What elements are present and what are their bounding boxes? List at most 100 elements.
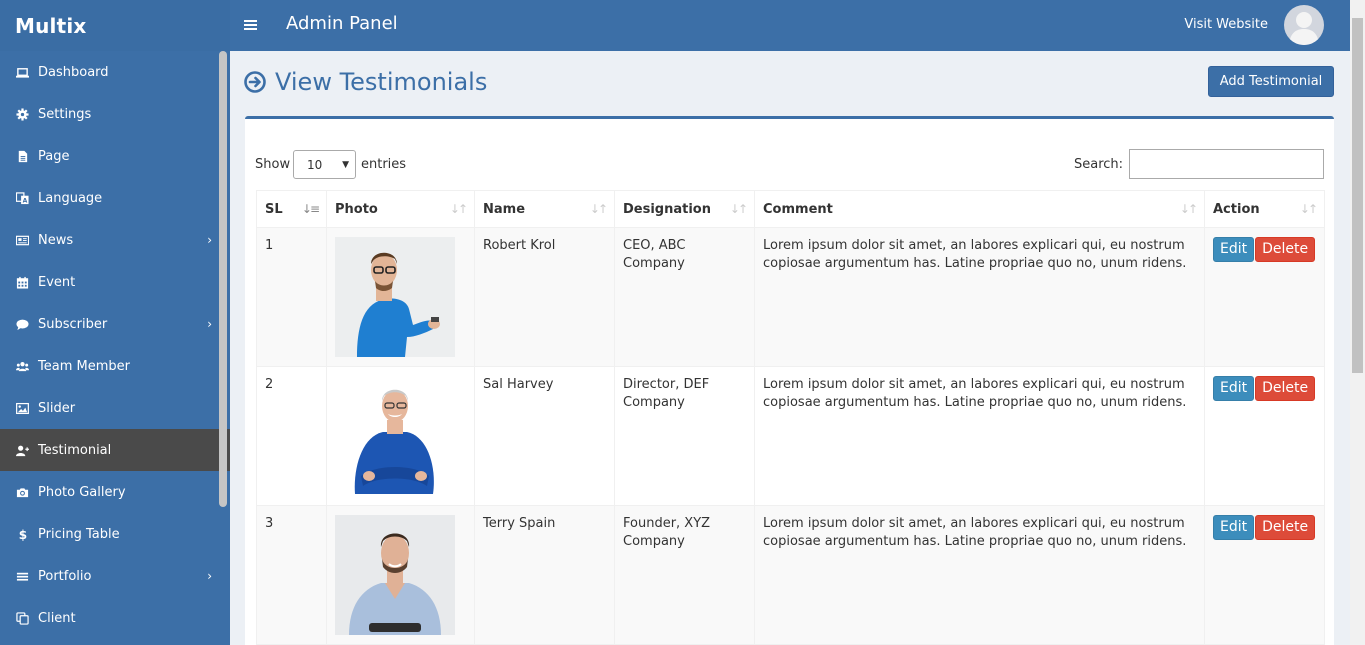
calendar-icon bbox=[15, 275, 29, 289]
testimonial-box: Show 10 ▼ entries Search: SL ↓≡ Photo ↓↑ N… bbox=[245, 116, 1334, 645]
column-header-photo[interactable]: Photo ↓↑ bbox=[326, 190, 475, 228]
table-row: 1 Robert Krol CEO, ABC Company Lorem ips… bbox=[256, 227, 1325, 367]
page-scrollbar-thumb[interactable] bbox=[1352, 18, 1363, 373]
sidebar-scrollbar[interactable] bbox=[219, 51, 227, 507]
cell-comment: Lorem ipsum dolor sit amet, an labores e… bbox=[754, 505, 1205, 645]
cell-photo bbox=[326, 366, 475, 506]
cell-sl: 3 bbox=[256, 505, 327, 645]
sidebar-item-language[interactable]: A Language bbox=[0, 177, 230, 219]
column-header-action[interactable]: Action ↓↑ bbox=[1204, 190, 1325, 228]
testimonial-photo bbox=[335, 237, 455, 357]
sidebar-item-dashboard[interactable]: Dashboard bbox=[0, 51, 230, 93]
panel-title: Admin Panel bbox=[286, 13, 398, 34]
testimonial-photo bbox=[335, 515, 455, 635]
brand-logo[interactable]: Multix bbox=[0, 0, 230, 51]
caret-down-icon: ▼ bbox=[342, 160, 349, 170]
sidebar-item-label: Event bbox=[38, 274, 76, 290]
newspaper-icon bbox=[15, 233, 29, 247]
edit-button[interactable]: Edit bbox=[1213, 237, 1255, 262]
delete-button[interactable]: Delete bbox=[1255, 515, 1316, 540]
comment-icon bbox=[15, 317, 29, 331]
camera-icon bbox=[15, 485, 29, 499]
users-icon bbox=[15, 359, 29, 373]
sidebar-item-team-member[interactable]: Team Member bbox=[0, 345, 230, 387]
cell-action: Edit Delete bbox=[1204, 227, 1325, 367]
sidebar-item-event[interactable]: Event bbox=[0, 261, 230, 303]
sidebar-item-label: Portfolio bbox=[38, 568, 92, 584]
cell-comment: Lorem ipsum dolor sit amet, an labores e… bbox=[754, 227, 1205, 367]
table-row: 2 Sal Harvey Director, DEF Company Lorem… bbox=[256, 366, 1325, 506]
delete-button[interactable]: Delete bbox=[1255, 237, 1316, 262]
sidebar-item-page[interactable]: Page bbox=[0, 135, 230, 177]
sidebar-item-subscriber[interactable]: Subscriber › bbox=[0, 303, 230, 345]
visit-website-link[interactable]: Visit Website bbox=[1184, 17, 1268, 32]
sidebar-item-client[interactable]: Client bbox=[0, 597, 230, 639]
dollar-icon: $ bbox=[15, 527, 29, 541]
sidebar: Dashboard Settings Page A Language News … bbox=[0, 51, 230, 645]
sidebar-toggle-icon[interactable] bbox=[244, 17, 257, 33]
sort-icon: ↓↑ bbox=[589, 202, 608, 216]
edit-button[interactable]: Edit bbox=[1213, 376, 1255, 401]
user-avatar[interactable] bbox=[1284, 5, 1324, 45]
sidebar-item-label: Page bbox=[38, 148, 70, 164]
entries-select[interactable]: 10 ▼ bbox=[293, 150, 356, 179]
gear-icon bbox=[15, 107, 29, 121]
sidebar-item-label: Slider bbox=[38, 400, 76, 416]
sidebar-item-news[interactable]: News › bbox=[0, 219, 230, 261]
cell-action: Edit Delete bbox=[1204, 505, 1325, 645]
testimonial-table: SL ↓≡ Photo ↓↑ Name ↓↑ Designation ↓↑ Commen… bbox=[256, 190, 1325, 645]
column-header-name[interactable]: Name ↓↑ bbox=[474, 190, 615, 228]
sort-icon: ↓↑ bbox=[1179, 202, 1198, 216]
sidebar-item-label: Subscriber bbox=[38, 316, 108, 332]
cell-photo bbox=[326, 227, 475, 367]
sidebar-item-slider[interactable]: Slider bbox=[0, 387, 230, 429]
copy-icon bbox=[15, 611, 29, 625]
cell-comment: Lorem ipsum dolor sit amet, an labores e… bbox=[754, 366, 1205, 506]
sidebar-item-label: Team Member bbox=[38, 358, 130, 374]
column-header-designation[interactable]: Designation ↓↑ bbox=[614, 190, 755, 228]
user-plus-icon bbox=[15, 443, 29, 457]
arrow-circle-right-icon bbox=[244, 71, 266, 93]
sidebar-item-settings[interactable]: Settings bbox=[0, 93, 230, 135]
cell-name: Terry Spain bbox=[474, 505, 615, 645]
sort-asc-icon: ↓≡ bbox=[301, 202, 320, 216]
sidebar-item-label: Photo Gallery bbox=[38, 484, 126, 500]
delete-button[interactable]: Delete bbox=[1255, 376, 1316, 401]
page-title: View Testimonials bbox=[275, 68, 488, 96]
entries-value: 10 bbox=[307, 157, 323, 172]
cell-sl: 2 bbox=[256, 366, 327, 506]
entries-label: entries bbox=[361, 157, 407, 172]
sidebar-item-photo-gallery[interactable]: Photo Gallery bbox=[0, 471, 230, 513]
sidebar-item-label: Client bbox=[38, 610, 76, 626]
page-heading: View Testimonials bbox=[244, 68, 487, 96]
testimonial-photo bbox=[335, 376, 455, 496]
sidebar-item-pricing-table[interactable]: $ Pricing Table bbox=[0, 513, 230, 555]
svg-text:A: A bbox=[22, 197, 27, 204]
search-label: Search: bbox=[1074, 157, 1124, 172]
bars-icon bbox=[15, 569, 29, 583]
page-scrollbar[interactable] bbox=[1350, 0, 1365, 645]
sidebar-item-label: News bbox=[38, 232, 74, 248]
top-navbar: Multix Admin Panel Visit Website bbox=[0, 0, 1350, 51]
cell-designation: CEO, ABC Company bbox=[614, 227, 755, 367]
search-input[interactable] bbox=[1129, 149, 1324, 179]
edit-button[interactable]: Edit bbox=[1213, 515, 1255, 540]
sidebar-item-label: Pricing Table bbox=[38, 526, 120, 542]
sidebar-item-label: Settings bbox=[38, 106, 92, 122]
sidebar-item-label: Testimonial bbox=[38, 442, 112, 458]
add-testimonial-button[interactable]: Add Testimonial bbox=[1208, 66, 1334, 97]
cell-photo bbox=[326, 505, 475, 645]
sidebar-item-portfolio[interactable]: Portfolio › bbox=[0, 555, 230, 597]
sidebar-item-testimonial[interactable]: Testimonial bbox=[0, 429, 230, 471]
chevron-right-icon: › bbox=[207, 317, 212, 331]
chevron-right-icon: › bbox=[207, 233, 212, 247]
chevron-right-icon: › bbox=[207, 569, 212, 583]
cell-action: Edit Delete bbox=[1204, 366, 1325, 506]
table-header-row: SL ↓≡ Photo ↓↑ Name ↓↑ Designation ↓↑ Commen… bbox=[256, 190, 1325, 228]
sort-icon: ↓↑ bbox=[449, 202, 468, 216]
sidebar-item-label: Language bbox=[38, 190, 103, 206]
column-header-comment[interactable]: Comment ↓↑ bbox=[754, 190, 1205, 228]
column-header-sl[interactable]: SL ↓≡ bbox=[256, 190, 327, 228]
cell-designation: Founder, XYZ Company bbox=[614, 505, 755, 645]
cell-designation: Director, DEF Company bbox=[614, 366, 755, 506]
